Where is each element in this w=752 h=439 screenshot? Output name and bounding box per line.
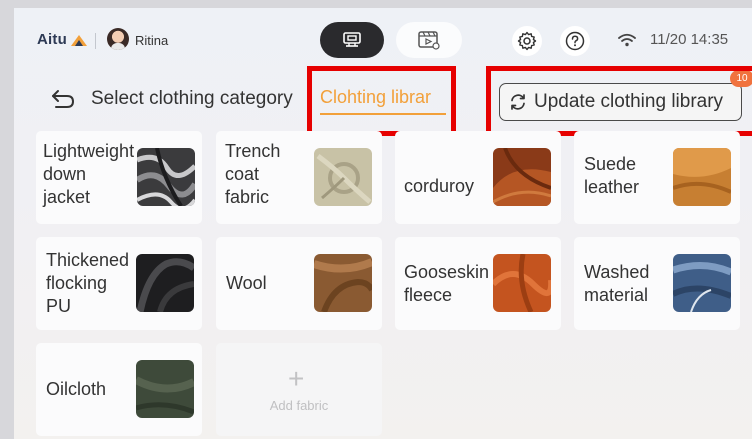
fabric-swatch (314, 148, 372, 206)
clock: 11/20 14:35 (650, 31, 729, 48)
help-button[interactable] (560, 26, 590, 56)
fabric-label: Trench coat fabric (225, 141, 281, 207)
fabric-swatch (136, 360, 194, 418)
user-name: Ritina (135, 33, 169, 48)
gear-icon (517, 31, 537, 51)
highlight-box-tab (307, 66, 456, 136)
wifi-icon (618, 33, 636, 47)
brand-logo: Aitu (37, 31, 89, 48)
back-arrow-icon[interactable] (50, 88, 76, 110)
settings-button[interactable] (512, 26, 542, 56)
avatar[interactable] (107, 28, 129, 50)
fabric-label: Washed material (584, 262, 650, 305)
add-fabric-label: Add fabric (269, 398, 329, 413)
fabric-card[interactable]: Gooseskin fleece (395, 237, 561, 330)
video-mode-button[interactable] (396, 22, 462, 58)
fabric-swatch (673, 148, 731, 206)
fabric-swatch (493, 254, 551, 312)
highlight-box-update (486, 66, 752, 136)
fabric-label: Oilcloth (46, 379, 107, 399)
page-title: Select clothing category (91, 88, 293, 109)
fabric-swatch (493, 148, 551, 206)
plus-icon: + (288, 363, 305, 394)
fabric-label: Gooseskin fleece (404, 262, 490, 305)
add-fabric-card[interactable]: + Add fabric (216, 343, 382, 436)
fabric-card[interactable]: Trench coat fabric (216, 131, 382, 224)
fabric-card[interactable]: corduroy (395, 131, 561, 224)
workstation-icon (343, 32, 361, 47)
fabric-label: Suede leather (584, 154, 640, 197)
fabric-card[interactable]: Washed material (574, 237, 740, 330)
fabric-card[interactable]: Oilcloth (36, 343, 202, 436)
fabric-card[interactable]: Suede leather (574, 131, 740, 224)
header-divider (95, 33, 96, 49)
fabric-card[interactable]: Thickened flocking PU (36, 237, 202, 330)
screen: Aitu Ritina 11/20 14:35 Select clothing … (14, 8, 752, 439)
fabric-label: Wool (226, 273, 267, 293)
fabric-card[interactable]: Wool (216, 237, 382, 330)
fabric-label: Lightweight down jacket (43, 141, 135, 207)
fabric-swatch (314, 254, 372, 312)
help-icon (565, 31, 585, 51)
mode-switch (320, 22, 466, 58)
brand-mark-icon (70, 34, 87, 46)
fabric-label: corduroy (404, 176, 475, 196)
fabric-swatch (137, 148, 195, 206)
brand-text: Aitu (37, 31, 67, 48)
fabric-card[interactable]: Lightweight down jacket (36, 131, 202, 224)
fabric-label: Thickened flocking PU (46, 250, 130, 316)
video-icon (418, 31, 440, 50)
fabric-swatch (673, 254, 731, 312)
workstation-mode-button[interactable] (320, 22, 384, 58)
fabric-swatch (136, 254, 194, 312)
